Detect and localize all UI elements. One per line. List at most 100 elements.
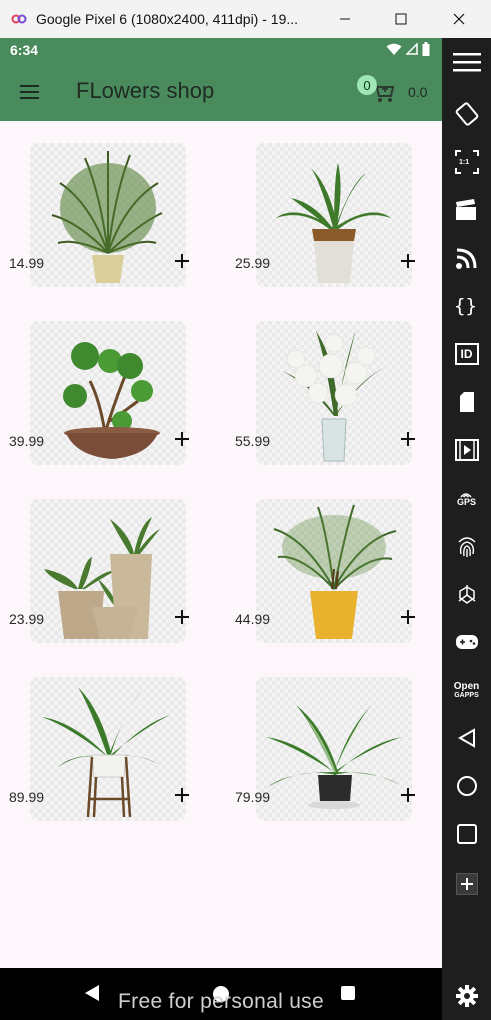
aglaonema-plant-icon (266, 705, 402, 809)
back-triangle-icon (457, 728, 475, 748)
bonsai-plant-icon (63, 342, 160, 459)
toolbar-device-id-button[interactable]: ID (442, 334, 491, 374)
add-to-cart-icon[interactable] (172, 785, 192, 805)
bonsai-plant-image (30, 321, 186, 465)
add-to-cart-icon[interactable] (172, 251, 192, 271)
window-titlebar: Google Pixel 6 (1080x2400, 411dpi) - 19.… (0, 0, 491, 38)
home-circle-icon (456, 776, 477, 796)
add-to-cart-icon[interactable] (398, 251, 418, 271)
product-price: 55.99 (235, 433, 271, 449)
toolbar-screen-record-button[interactable] (442, 190, 491, 230)
toolbar-fingerprint-button[interactable] (442, 526, 491, 566)
app-bar: FLowers shop 0 0.0 (0, 62, 442, 121)
toolbar-media-button[interactable] (442, 430, 491, 470)
product-price: 14.99 (9, 255, 45, 271)
potted-plants-group-icon (44, 517, 160, 639)
areca-palm-icon (273, 504, 397, 639)
maximize-button[interactable] (378, 0, 424, 38)
minimize-button[interactable] (322, 0, 368, 38)
add-to-cart-icon[interactable] (172, 607, 192, 627)
status-icons (386, 42, 430, 56)
dracaena-plant-image (256, 143, 412, 287)
toolbar-menu-button[interactable] (442, 42, 491, 82)
gear-icon (455, 985, 478, 1007)
genymotion-icon (11, 14, 27, 24)
emulator-toolbar: 1:1 {} ID GPS Open GAPPS (442, 38, 491, 1020)
wifi-icon (386, 43, 402, 55)
open-gapps-label-2: GAPPS (454, 691, 479, 699)
potted-plants-group-image (30, 499, 186, 643)
battery-icon (422, 42, 430, 56)
app-title: FLowers shop (76, 78, 215, 103)
toolbar-gamepad-button[interactable] (442, 622, 491, 662)
open-gapps-label-1: Open (453, 680, 480, 692)
toolbar-sd-card-button[interactable] (442, 382, 491, 422)
axis-icon (458, 585, 475, 604)
hamburger-menu-icon[interactable] (18, 80, 42, 104)
cast-icon (455, 248, 476, 269)
toolbar-rotate-button[interactable] (442, 94, 491, 134)
film-icon (454, 439, 479, 461)
product-price: 44.99 (235, 611, 271, 627)
toolbar-back-button[interactable] (442, 718, 491, 758)
clapperboard-icon (455, 199, 476, 220)
gps-label: GPS (456, 496, 476, 507)
palm-plant-icon (51, 151, 163, 283)
product-price: 25.99 (235, 255, 271, 271)
id-icon: ID (454, 343, 479, 365)
lily-bouquet-image (256, 321, 412, 465)
gps-icon: GPS (457, 490, 476, 507)
toolbar-add-button[interactable] (442, 864, 491, 904)
palm-plant-image (30, 143, 186, 287)
toolbar-settings-button[interactable] (442, 976, 491, 1016)
stand-plant-icon (42, 687, 170, 818)
braces-icon: {} (454, 295, 477, 317)
cart-count-badge: 0 (357, 75, 377, 95)
minimize-icon (340, 18, 350, 20)
add-to-cart-icon[interactable] (398, 429, 418, 449)
product-price: 79.99 (235, 789, 271, 805)
toolbar-resize-button[interactable]: 1:1 (442, 142, 491, 182)
dracaena-plant-icon (276, 163, 391, 283)
id-label: ID (460, 346, 473, 361)
plus-box-icon (455, 873, 478, 895)
svg-text:{}: {} (454, 295, 477, 317)
window-title: Google Pixel 6 (1080x2400, 411dpi) - 19.… (36, 11, 299, 27)
product-price: 39.99 (9, 433, 45, 449)
product-card[interactable]: 25.99 (226, 143, 426, 289)
product-price: 89.99 (9, 789, 45, 805)
product-card[interactable]: 39.99 (0, 321, 200, 467)
toolbar-recents-button[interactable] (442, 814, 491, 854)
aglaonema-plant-image (256, 677, 412, 821)
add-to-cart-icon[interactable] (398, 785, 418, 805)
toolbar-open-gapps-button[interactable]: Open GAPPS (442, 670, 491, 710)
product-price: 23.99 (9, 611, 45, 627)
add-to-cart-icon[interactable] (398, 607, 418, 627)
sd-card-icon (459, 392, 474, 412)
toolbar-debug-button[interactable]: {} (442, 286, 491, 326)
toolbar-3d-sensor-button[interactable] (442, 574, 491, 614)
product-card[interactable]: 44.99 (226, 499, 426, 645)
lily-bouquet-icon (281, 329, 386, 462)
toolbar-home-button[interactable] (442, 766, 491, 806)
close-icon (453, 13, 465, 25)
areca-palm-image (256, 499, 412, 643)
recents-square-icon (456, 824, 477, 844)
product-card[interactable]: 55.99 (226, 321, 426, 467)
gamepad-icon (455, 635, 478, 649)
product-card[interactable]: 14.99 (0, 143, 200, 289)
product-card[interactable]: 89.99 (0, 677, 200, 823)
toolbar-gps-button[interactable]: GPS (442, 478, 491, 518)
status-bar: 6:34 (0, 38, 442, 62)
add-to-cart-icon[interactable] (172, 429, 192, 449)
close-button[interactable] (436, 0, 482, 38)
status-time: 6:34 (10, 42, 39, 58)
product-card[interactable]: 23.99 (0, 499, 200, 645)
fingerprint-icon (458, 537, 475, 557)
signal-icon (406, 43, 418, 55)
maximize-icon (395, 13, 407, 25)
product-card[interactable]: 79.99 (226, 677, 426, 823)
cart-total: 0.0 (408, 84, 428, 100)
toolbar-cast-button[interactable] (442, 238, 491, 278)
stand-plant-image (30, 677, 186, 821)
